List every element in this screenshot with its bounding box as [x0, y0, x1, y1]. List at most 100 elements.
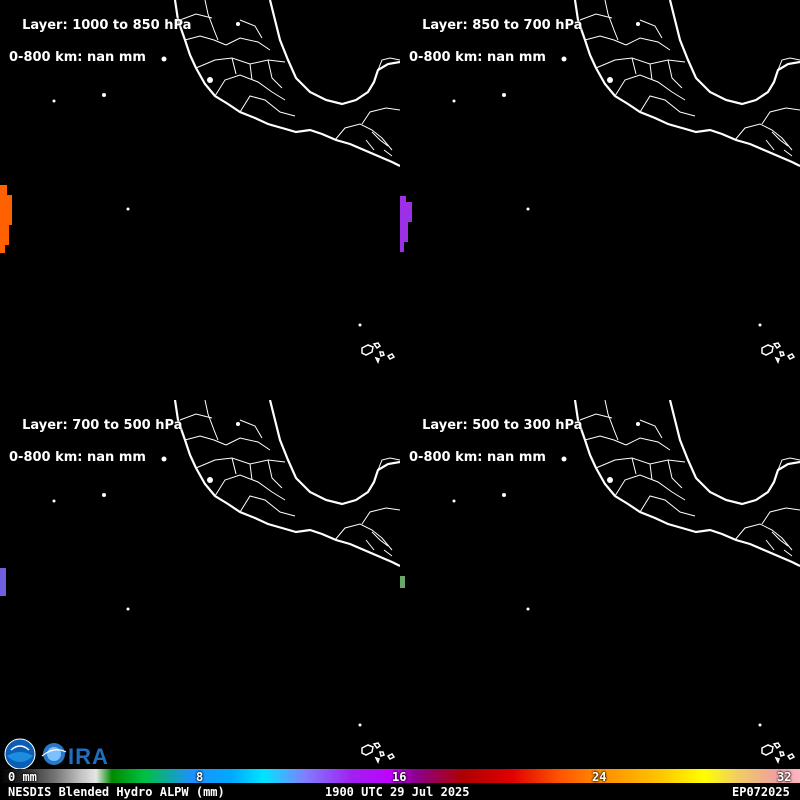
- state-boundary: [204, 0, 219, 41]
- state-boundary: [361, 107, 400, 125]
- colorbar-tick-8: 8: [196, 770, 204, 784]
- state-boundary: [179, 413, 213, 421]
- panel-label: Layer: 500 to 300 hPa 0-800 km: nan mm: [404, 402, 582, 498]
- precip-water-patch: [0, 568, 6, 596]
- panel-850-700: Layer: 850 to 700 hPa 0-800 km: nan mm: [400, 0, 800, 400]
- state-boundary: [631, 457, 637, 475]
- colorbar-tick-24: 24: [592, 770, 607, 784]
- state-boundary: [734, 523, 793, 551]
- island: [207, 77, 213, 83]
- state-boundary: [231, 457, 237, 475]
- precip-water-patch: [400, 222, 408, 242]
- state-boundary: [649, 63, 653, 81]
- state-boundary: [667, 59, 683, 89]
- island: [452, 499, 456, 503]
- precip-water-patch: [0, 225, 9, 245]
- state-boundary: [239, 95, 296, 117]
- noaa-logo-icon: [4, 738, 36, 770]
- coastline: [668, 0, 800, 106]
- layer-range: 0-800 km: nan mm: [9, 50, 146, 65]
- colorbar-tick-0: 0 mm: [8, 770, 37, 784]
- state-boundary: [734, 123, 793, 151]
- state-boundary: [604, 0, 619, 41]
- coastline: [268, 400, 400, 506]
- island: [52, 499, 56, 503]
- state-boundary: [639, 19, 663, 39]
- island: [607, 77, 613, 83]
- state-boundary: [225, 37, 271, 51]
- state-boundary: [584, 435, 627, 446]
- island: [526, 607, 530, 611]
- state-boundary: [579, 13, 613, 21]
- precip-water-patch: [400, 242, 404, 252]
- state-boundary: [584, 35, 627, 46]
- layer-title: Layer: 1000 to 850 hPa: [22, 18, 192, 33]
- precip-water-patch: [0, 185, 7, 195]
- panel-1000-850: Layer: 1000 to 850 hPa 0-800 km: nan mm: [0, 0, 400, 400]
- panel-label: Layer: 1000 to 850 hPa 0-800 km: nan mm: [4, 2, 191, 98]
- precip-water-patch: [400, 202, 412, 222]
- island: [358, 323, 362, 327]
- state-boundary: [595, 457, 686, 469]
- cira-logo-icon: IRA: [41, 743, 109, 769]
- state-boundary: [334, 123, 393, 151]
- island: [758, 723, 762, 727]
- state-boundary: [761, 107, 800, 125]
- state-boundary: [267, 459, 283, 489]
- state-boundary: [225, 437, 271, 451]
- hawaii-islands: [761, 342, 796, 364]
- product-name: NESDIS Blended Hydro ALPW (mm): [8, 785, 225, 799]
- layer-range: 0-800 km: nan mm: [409, 50, 546, 65]
- state-boundary: [667, 459, 683, 489]
- island: [126, 207, 130, 211]
- footer-bar: NESDIS Blended Hydro ALPW (mm) 1900 UTC …: [0, 784, 800, 800]
- state-boundary: [649, 463, 653, 481]
- layer-title: Layer: 700 to 500 hPa: [22, 418, 183, 433]
- island: [636, 422, 640, 426]
- island: [358, 723, 362, 727]
- state-boundary: [195, 457, 286, 469]
- layer-range: 0-800 km: nan mm: [9, 450, 146, 465]
- layer-title: Layer: 500 to 300 hPa: [422, 418, 583, 433]
- svg-text:IRA: IRA: [68, 744, 109, 769]
- agency-logos: IRA: [4, 738, 109, 770]
- coastline: [268, 0, 400, 106]
- state-boundary: [231, 57, 237, 75]
- colorbar-tick-32: 32: [777, 770, 792, 784]
- state-boundary: [579, 413, 613, 421]
- state-boundary: [761, 507, 800, 525]
- precip-water-patch: [400, 576, 405, 588]
- island: [758, 323, 762, 327]
- state-boundary: [239, 419, 263, 439]
- state-boundary: [239, 495, 296, 517]
- state-boundary: [595, 57, 686, 69]
- island: [452, 99, 456, 103]
- island: [236, 22, 240, 26]
- storm-id: EP072025: [732, 785, 790, 799]
- island: [207, 477, 213, 483]
- panel-500-300: Layer: 500 to 300 hPa 0-800 km: nan mm: [400, 400, 800, 800]
- state-boundary: [184, 435, 227, 446]
- valid-time: 1900 UTC 29 Jul 2025: [325, 785, 470, 799]
- hawaii-islands: [361, 742, 396, 764]
- precip-water-patch: [0, 245, 5, 253]
- coastline: [668, 400, 800, 506]
- state-boundary: [604, 400, 619, 441]
- colorbar-tick-16: 16: [392, 770, 407, 784]
- island: [636, 22, 640, 26]
- island: [607, 477, 613, 483]
- panel-label: Layer: 850 to 700 hPa 0-800 km: nan mm: [404, 2, 582, 98]
- state-boundary: [625, 37, 671, 51]
- island: [126, 607, 130, 611]
- state-boundary: [267, 59, 283, 89]
- island: [236, 422, 240, 426]
- state-boundary: [204, 400, 219, 441]
- state-boundary: [249, 63, 253, 81]
- layer-range: 0-800 km: nan mm: [409, 450, 546, 465]
- island: [52, 99, 56, 103]
- island: [526, 207, 530, 211]
- state-boundary: [639, 419, 663, 439]
- state-boundary: [631, 57, 637, 75]
- state-boundary: [249, 463, 253, 481]
- precip-water-patch: [400, 196, 406, 202]
